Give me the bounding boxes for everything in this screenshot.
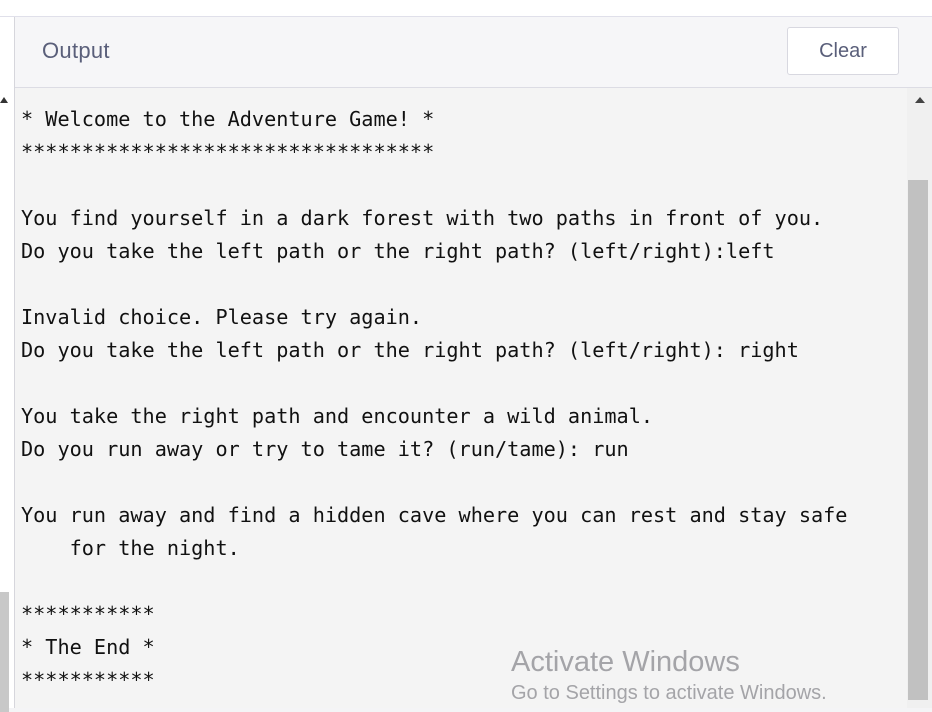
output-header: Output Clear	[15, 17, 932, 88]
console-line: * Welcome to the Adventure Game! *	[21, 107, 435, 131]
console-text: * Welcome to the Adventure Game! * *****…	[21, 103, 847, 697]
console-line: ***********	[21, 668, 155, 692]
console-line: for the night.	[21, 536, 240, 560]
gutter-scroll-thumb[interactable]	[0, 592, 9, 712]
scroll-thumb[interactable]	[908, 180, 928, 700]
console-line: Do you take the left path or the right p…	[21, 338, 799, 362]
scroll-up-arrow-icon[interactable]	[915, 97, 925, 103]
console-line: **********************************	[21, 140, 435, 164]
output-console[interactable]: * Welcome to the Adventure Game! * *****…	[15, 88, 907, 708]
console-line: You run away and find a hidden cave wher…	[21, 503, 848, 527]
console-line: You find yourself in a dark forest with …	[21, 206, 824, 230]
console-line: Do you take the left path or the right p…	[21, 239, 775, 263]
left-gutter	[0, 17, 15, 712]
gutter-scroll-up-icon[interactable]	[0, 97, 8, 103]
top-strip	[0, 0, 932, 17]
console-line: Do you run away or try to tame it? (run/…	[21, 437, 629, 461]
console-line: * The End *	[21, 635, 155, 659]
console-line: Invalid choice. Please try again.	[21, 305, 423, 329]
console-line: You take the right path and encounter a …	[21, 404, 654, 428]
vertical-scrollbar[interactable]	[907, 88, 932, 708]
output-title: Output	[42, 38, 110, 63]
clear-button[interactable]: Clear	[787, 27, 899, 75]
console-line: ***********	[21, 602, 155, 626]
